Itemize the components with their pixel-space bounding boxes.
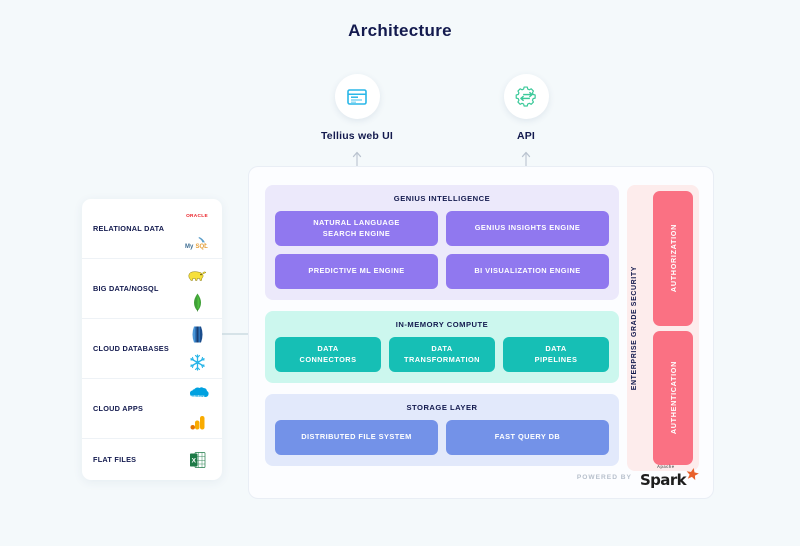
channel-icon-circle bbox=[334, 74, 380, 119]
layer-node-grid: DISTRIBUTED FILE SYSTEM FAST QUERY DB bbox=[275, 420, 609, 455]
data-source-label: BIG DATA/NOSQL bbox=[93, 283, 159, 293]
layer-title: STORAGE LAYER bbox=[406, 403, 478, 412]
salesforce-logo: salesforce bbox=[184, 384, 210, 405]
google-analytics-logo bbox=[184, 412, 210, 433]
svg-text:ORACLE: ORACLE bbox=[186, 213, 208, 219]
data-source-label: CLOUD APPS bbox=[93, 403, 144, 413]
platform-layer-stack: GENIUS INTELLIGENCE NATURAL LANGUAGE SEA… bbox=[265, 185, 619, 466]
node-data-transformation[interactable]: DATA TRANSFORMATION bbox=[389, 337, 495, 372]
browser-window-icon bbox=[347, 88, 367, 105]
node-predictive-ml-engine[interactable]: PREDICTIVE ML ENGINE bbox=[275, 254, 438, 289]
node-authentication-label: AUTHENTICATION bbox=[668, 361, 678, 435]
channel-icon-circle bbox=[503, 74, 549, 119]
node-data-pipelines[interactable]: DATA PIPELINES bbox=[503, 337, 609, 372]
amazon-redshift-logo bbox=[184, 324, 210, 345]
data-source-label: FLAT FILES bbox=[93, 454, 137, 464]
svg-text:X: X bbox=[191, 457, 196, 464]
node-natural-language-search-engine[interactable]: NATURAL LANGUAGE SEARCH ENGINE bbox=[275, 211, 438, 246]
svg-text:SQL: SQL bbox=[196, 244, 209, 250]
page-title: Architecture bbox=[348, 21, 452, 40]
channel-api[interactable]: API bbox=[466, 74, 586, 142]
layer-storage-layer: STORAGE LAYER DISTRIBUTED FILE SYSTEM FA… bbox=[265, 394, 619, 466]
node-authentication[interactable]: AUTHENTICATION bbox=[653, 330, 693, 465]
data-source-row-relational-data[interactable]: RELATIONAL DATA ORACLE My SQL bbox=[82, 199, 222, 259]
channel-label: API bbox=[516, 130, 536, 142]
data-source-logos bbox=[184, 264, 210, 313]
data-source-row-flat-files[interactable]: FLAT FILES X bbox=[82, 439, 222, 480]
layer-title: GENIUS INTELLIGENCE bbox=[393, 194, 491, 203]
hadoop-logo bbox=[184, 264, 210, 285]
svg-text:salesforce: salesforce bbox=[190, 394, 204, 398]
apache-spark-wordmark: Spark bbox=[639, 471, 687, 489]
enterprise-security-panel: ENTERPRISE GRADE SECURITY AUTHORIZATION … bbox=[627, 185, 699, 471]
snowflake-logo bbox=[184, 352, 210, 373]
data-source-label: CLOUD DATABASES bbox=[93, 343, 170, 353]
excel-logo: X bbox=[184, 449, 210, 470]
oracle-logo: ORACLE bbox=[184, 204, 210, 225]
apache-spark-apache-text: Apache bbox=[656, 464, 675, 469]
data-sources-panel: RELATIONAL DATA ORACLE My SQL BIG DATA/N… bbox=[82, 199, 222, 480]
node-authorization[interactable]: AUTHORIZATION bbox=[653, 191, 693, 326]
data-source-logos bbox=[184, 324, 210, 373]
node-fast-query-db[interactable]: FAST QUERY DB bbox=[446, 420, 609, 455]
node-bi-visualization-engine[interactable]: BI VISUALIZATION ENGINE bbox=[446, 254, 609, 289]
node-authorization-label: AUTHORIZATION bbox=[668, 224, 678, 293]
data-source-logos: ORACLE My SQL bbox=[184, 204, 210, 253]
layer-title: IN-MEMORY COMPUTE bbox=[395, 320, 489, 329]
powered-by-label: POWERED BY bbox=[576, 474, 632, 481]
data-source-logos: salesforce bbox=[184, 384, 210, 433]
layer-in-memory-compute: IN-MEMORY COMPUTE DATA CONNECTORS DATA T… bbox=[265, 311, 619, 383]
data-source-label: RELATIONAL DATA bbox=[93, 223, 165, 233]
layer-node-grid: NATURAL LANGUAGE SEARCH ENGINE GENIUS IN… bbox=[275, 211, 609, 289]
channel-label: Tellius web UI bbox=[320, 130, 394, 142]
data-source-logos: X bbox=[184, 449, 210, 470]
svg-text:My: My bbox=[185, 244, 194, 250]
layer-genius-intelligence: GENIUS INTELLIGENCE NATURAL LANGUAGE SEA… bbox=[265, 185, 619, 300]
data-source-row-cloud-apps[interactable]: CLOUD APPS salesforce bbox=[82, 379, 222, 439]
security-panel-title: ENTERPRISE GRADE SECURITY bbox=[631, 265, 638, 391]
mongodb-logo bbox=[184, 292, 210, 313]
security-node-stack: AUTHORIZATION AUTHENTICATION bbox=[653, 191, 693, 465]
powered-by-badge: POWERED BY Apache Spark bbox=[576, 464, 699, 489]
channel-tellius-web-ui[interactable]: Tellius web UI bbox=[297, 74, 417, 142]
apache-spark-logo: Apache Spark bbox=[639, 464, 699, 489]
node-genius-insights-engine[interactable]: GENIUS INSIGHTS ENGINE bbox=[446, 211, 609, 246]
data-source-row-big-data-nosql[interactable]: BIG DATA/NOSQL bbox=[82, 259, 222, 319]
platform-panel: GENIUS INTELLIGENCE NATURAL LANGUAGE SEA… bbox=[248, 166, 714, 499]
data-source-row-cloud-databases[interactable]: CLOUD DATABASES bbox=[82, 319, 222, 379]
node-distributed-file-system[interactable]: DISTRIBUTED FILE SYSTEM bbox=[275, 420, 438, 455]
mysql-logo: My SQL bbox=[184, 232, 210, 253]
gear-arrows-icon bbox=[515, 86, 536, 107]
layer-node-grid: DATA CONNECTORS DATA TRANSFORMATION DATA… bbox=[275, 337, 609, 372]
node-data-connectors[interactable]: DATA CONNECTORS bbox=[275, 337, 381, 372]
spark-star-icon bbox=[686, 468, 699, 481]
